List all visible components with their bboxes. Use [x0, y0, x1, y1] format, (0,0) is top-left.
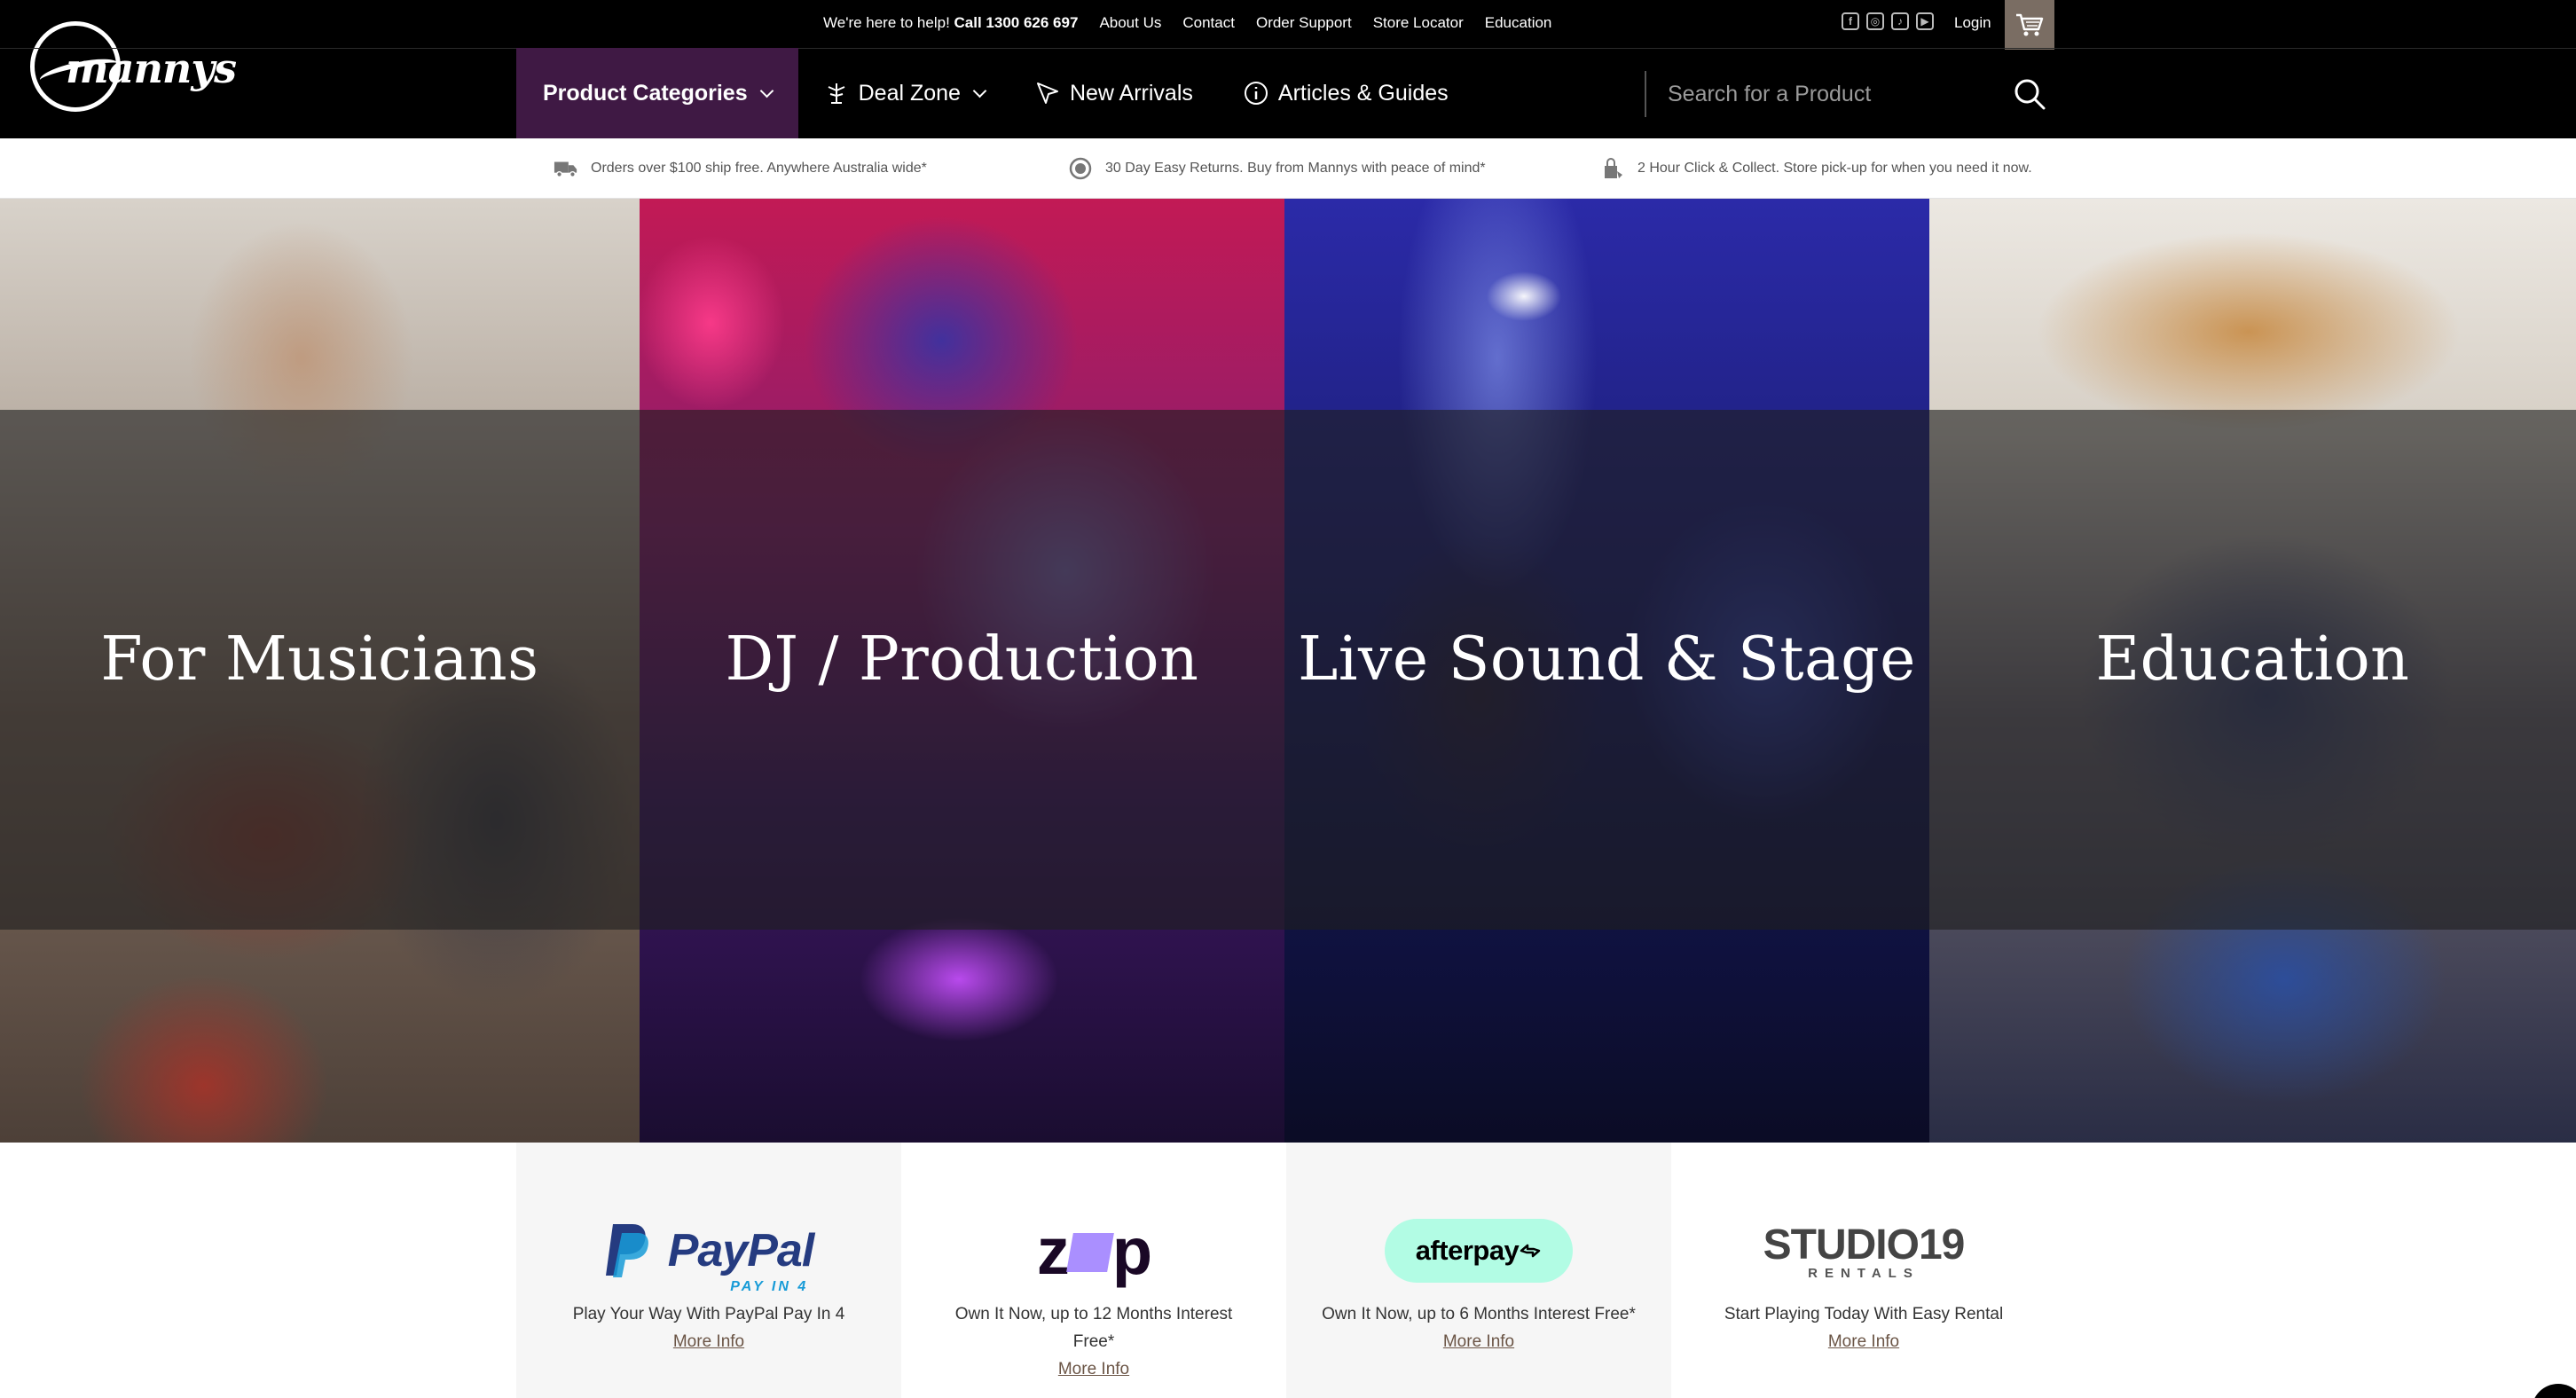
search-icon: [2014, 79, 2046, 110]
zip-desc: Own It Now, up to 12 Months Interest Fre…: [954, 1305, 1233, 1351]
nav-articles-guides-label: Articles & Guides: [1277, 80, 1449, 106]
paypal-desc: Play Your Way With PayPal Pay In 4: [572, 1305, 845, 1323]
zip-letter-z: z: [1036, 1213, 1070, 1288]
paypal-desc-block: Play Your Way With PayPal Pay In 4 More …: [552, 1300, 866, 1355]
zip-more-info-link[interactable]: More Info: [1058, 1360, 1129, 1378]
paypal-word: PayPal: [667, 1225, 815, 1276]
nav-articles-guides[interactable]: Articles & Guides: [1218, 48, 1473, 138]
usp-click-collect: 2 Hour Click & Collect. Store pick-up fo…: [1600, 138, 2032, 199]
tile-dj-production[interactable]: DJ / Production: [640, 199, 1284, 1143]
afterpay-desc: Own It Now, up to 6 Months Interest Free…: [1322, 1305, 1636, 1323]
contact-link[interactable]: Contact: [1182, 14, 1235, 32]
search-bar: [1645, 71, 2056, 117]
chevron-down-icon: [972, 83, 987, 98]
youtube-icon[interactable]: ▶: [1916, 12, 1934, 30]
afterpay-more-info-link[interactable]: More Info: [1443, 1332, 1514, 1351]
tile-title: DJ / Production: [725, 624, 1199, 695]
usp-click-collect-text: 2 Hour Click & Collect. Store pick-up fo…: [1637, 161, 2032, 176]
usp-bar: Orders over $100 ship free. Anywhere Aus…: [0, 138, 2576, 199]
cursor-arrow-icon: [1034, 80, 1061, 106]
paypal-p-icon: [605, 1224, 648, 1277]
usp-returns: 30 Day Easy Returns. Buy from Mannys wit…: [1068, 138, 1486, 199]
site-header: mannys We're here to help! Call 1300 626…: [0, 0, 2576, 138]
paypal-sub: PAY IN 4: [730, 1279, 809, 1294]
afterpay-arrows-icon: [1520, 1244, 1541, 1258]
nav-product-categories[interactable]: Product Categories: [516, 48, 798, 138]
help-prefix: We're here to help!: [823, 14, 950, 31]
help-phone-link[interactable]: Call 1300 626 697: [954, 14, 1079, 31]
studio19-word-text: STUDIO19: [1763, 1221, 1966, 1268]
education-link[interactable]: Education: [1485, 14, 1552, 32]
afterpay-tile: afterpay Own It Now, up to 6 Months Inte…: [1286, 1143, 1671, 1398]
cart-button[interactable]: [2005, 0, 2054, 50]
studio19-wordmark: STUDIO19 RENTALS: [1763, 1221, 1966, 1281]
studio19-desc-block: Start Playing Today With Easy Rental Mor…: [1707, 1300, 2021, 1355]
afterpay-word: afterpay: [1415, 1235, 1520, 1266]
tile-title: Education: [2095, 624, 2410, 695]
zip-letter-i: [1066, 1233, 1114, 1272]
store-locator-link[interactable]: Store Locator: [1373, 14, 1464, 32]
chat-widget-button[interactable]: [2532, 1384, 2576, 1398]
zip-logo: zp: [901, 1213, 1286, 1289]
zip-tile: zp Own It Now, up to 12 Months Interest …: [901, 1143, 1286, 1398]
help-text: We're here to help! Call 1300 626 697: [823, 14, 1078, 32]
return-icon: [1068, 157, 1093, 180]
tile-education[interactable]: Education: [1929, 199, 2576, 1143]
zip-wordmark: zp: [1036, 1213, 1152, 1289]
tile-title: For Musicians: [100, 624, 539, 695]
zip-desc-block: Own It Now, up to 12 Months Interest Fre…: [937, 1300, 1251, 1383]
deal-zone-icon: [823, 80, 850, 106]
search-input[interactable]: [1668, 81, 1987, 107]
search-button[interactable]: [2010, 75, 2049, 114]
tiktok-icon[interactable]: ♪: [1891, 12, 1909, 30]
zip-letter-p: p: [1111, 1213, 1152, 1288]
studio19-more-info-link[interactable]: More Info: [1828, 1332, 1899, 1351]
payment-options: PayPal PAY IN 4 Play Your Way With PayPa…: [516, 1143, 2056, 1398]
usp-free-shipping: Orders over $100 ship free. Anywhere Aus…: [554, 138, 927, 199]
truck-icon: [554, 157, 578, 180]
nav-new-arrivals-label: New Arrivals: [1069, 80, 1193, 106]
paypal-wordmark: PayPal PAY IN 4: [667, 1224, 815, 1294]
studio19-tile: STUDIO19 RENTALS Start Playing Today Wit…: [1671, 1143, 2056, 1398]
afterpay-logo: afterpay: [1286, 1215, 1671, 1286]
hero-categories: For Musicians DJ / Production Live Sound…: [0, 199, 2576, 1143]
nav-deal-zone-label: Deal Zone: [858, 80, 961, 106]
usp-returns-text: 30 Day Easy Returns. Buy from Mannys wit…: [1105, 161, 1486, 176]
chevron-down-icon: [759, 83, 774, 98]
studio19-sub: RENTALS: [1808, 1266, 1920, 1281]
info-icon: [1243, 80, 1269, 106]
main-nav: Product Categories Deal Zone New Arrival…: [516, 48, 1473, 138]
utility-links: We're here to help! Call 1300 626 697 Ab…: [823, 0, 1551, 46]
afterpay-pill: afterpay: [1385, 1219, 1573, 1283]
paypal-more-info-link[interactable]: More Info: [673, 1332, 744, 1351]
utility-bar: We're here to help! Call 1300 626 697 Ab…: [0, 0, 2576, 50]
studio19-word: STUDIO19: [1763, 1221, 1966, 1269]
cart-icon: [2016, 13, 2044, 36]
studio19-desc: Start Playing Today With Easy Rental: [1724, 1305, 2004, 1323]
tile-live-sound-stage[interactable]: Live Sound & Stage: [1284, 199, 1929, 1143]
nav-product-categories-label: Product Categories: [543, 80, 748, 106]
tile-for-musicians[interactable]: For Musicians: [0, 199, 640, 1143]
paypal-logo: PayPal PAY IN 4: [516, 1215, 901, 1294]
order-support-link[interactable]: Order Support: [1256, 14, 1352, 32]
nav-deal-zone[interactable]: Deal Zone: [798, 48, 1009, 138]
facebook-icon[interactable]: f: [1842, 12, 1859, 30]
instagram-icon[interactable]: ◎: [1866, 12, 1884, 30]
tile-title: Live Sound & Stage: [1298, 624, 1916, 695]
usp-free-shipping-text: Orders over $100 ship free. Anywhere Aus…: [591, 161, 927, 176]
paypal-tile: PayPal PAY IN 4 Play Your Way With PayPa…: [516, 1143, 901, 1398]
social-links: f ◎ ♪ ▶: [1842, 12, 1934, 30]
login-link[interactable]: Login: [1954, 0, 1991, 46]
afterpay-desc-block: Own It Now, up to 6 Months Interest Free…: [1322, 1300, 1636, 1355]
store-pickup-icon: [1600, 157, 1625, 180]
nav-new-arrivals[interactable]: New Arrivals: [1009, 48, 1218, 138]
logo-text: mannys: [66, 44, 237, 92]
studio19-logo: STUDIO19 RENTALS: [1671, 1215, 2056, 1286]
about-us-link[interactable]: About Us: [1099, 14, 1161, 32]
